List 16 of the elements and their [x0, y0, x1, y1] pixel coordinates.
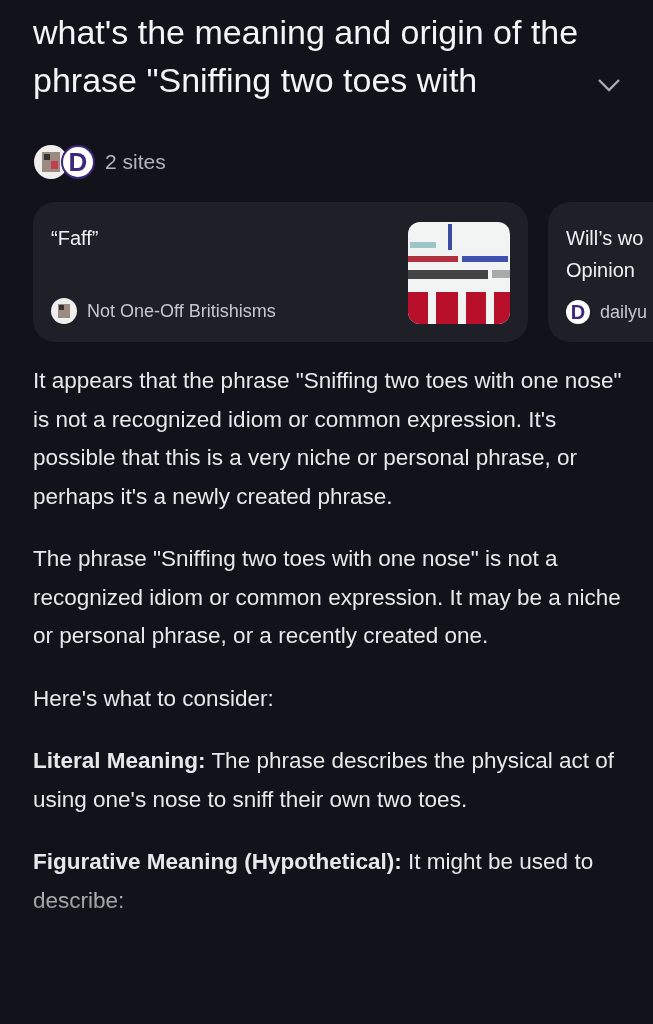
site-favicon-icon: [51, 298, 77, 324]
site-logo: D: [566, 300, 590, 324]
answer-paragraph: The phrase "Sniffing two toes with one nose" is not a recognized idiom or common expression. It may be a niche or personal phrase, or a recently created one.: [33, 545, 622, 650]
source-title: “Faff”: [51, 226, 100, 251]
answer-paragraph: Literal Meaning: The phrase describes the physical act of using one's nose to sniff their own two toes.: [33, 747, 616, 814]
chevron-down-icon[interactable]: [597, 78, 621, 92]
sites-count[interactable]: 2 sites: [105, 150, 166, 174]
answer-paragraph: Here's what to consider:: [33, 684, 275, 713]
source-card[interactable]: “Faff” Not One-Off Britishisms: [33, 202, 528, 342]
site-name: Not One-Off Britishisms: [87, 300, 276, 322]
source-title: Will’s wo Opinion: [566, 226, 645, 283]
answer-paragraph: It appears that the phrase "Sniffing two toes with one nose" is not a recognized idiom or common expression. It's possible that this is a very niche or personal phrase, or perhaps it's a newly created phrase.: [33, 367, 623, 511]
question-title: what's the meaning and origin of the phrase "Sniffing two toes with: [33, 12, 580, 101]
source-card[interactable]: Will’s wo Opinion D dailyu: [548, 202, 653, 342]
site-name: dailyu: [600, 301, 648, 323]
answer-paragraph: Figurative Meaning (Hypothetical): It might be used to describe:: [33, 848, 595, 915]
